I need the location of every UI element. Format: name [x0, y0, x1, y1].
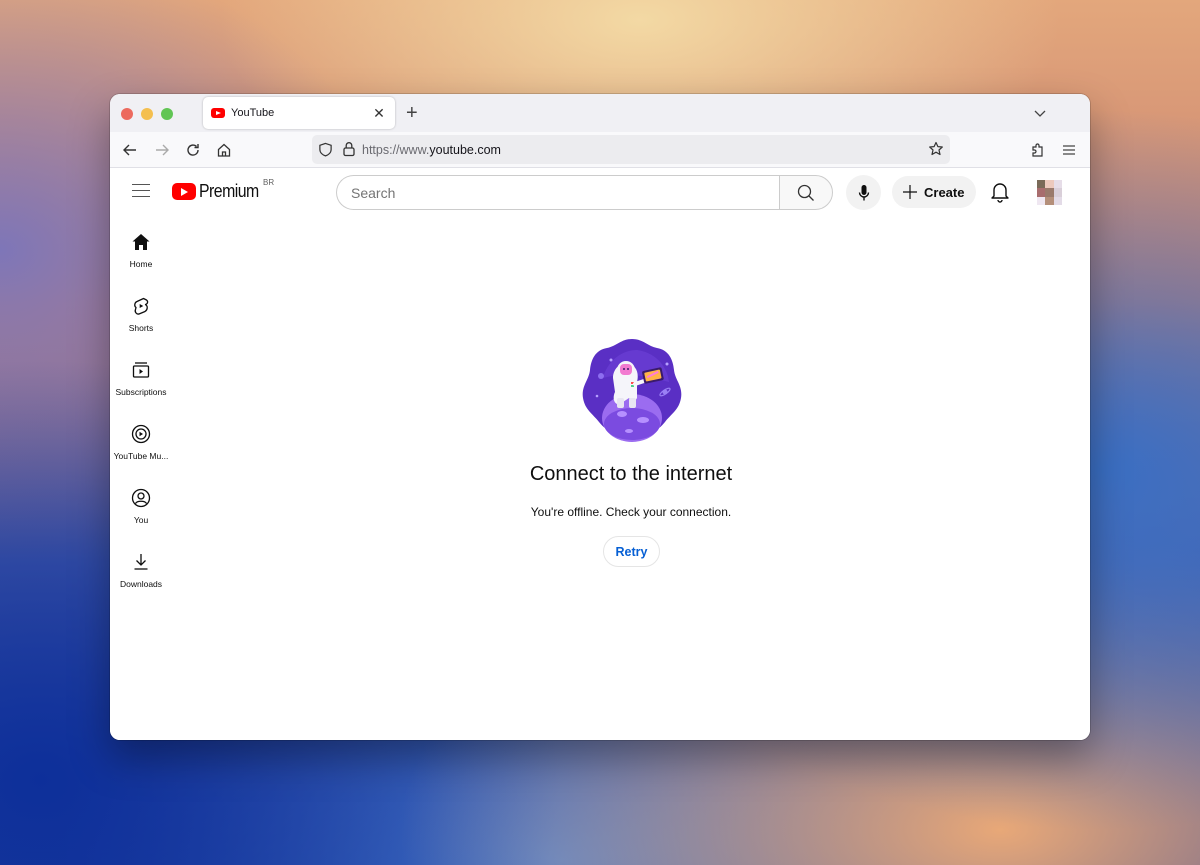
region-badge: BR [263, 178, 275, 187]
window-controls [121, 108, 173, 120]
offline-message-area: Connect to the internet You're offline. … [172, 216, 1090, 740]
youtube-logo-icon [172, 183, 196, 200]
sidebar-item-downloads[interactable]: Downloads [110, 536, 172, 600]
url-bar[interactable]: https://www.youtube.com [312, 135, 950, 164]
sidebar-item-subscriptions[interactable]: Subscriptions [110, 344, 172, 408]
navigation-toolbar: https://www.youtube.com [110, 132, 1090, 168]
sidebar-item-youtube-music[interactable]: YouTube Mu... [110, 408, 172, 472]
puzzle-icon [1032, 143, 1043, 157]
search-button[interactable] [779, 175, 833, 210]
sidebar-item-label: Downloads [119, 579, 163, 589]
home-button[interactable] [214, 140, 234, 160]
reload-icon [187, 144, 199, 156]
new-tab-button[interactable]: + [406, 103, 418, 123]
retry-button[interactable]: Retry [603, 536, 660, 567]
forward-button[interactable] [152, 140, 172, 160]
tab-list-chevron-icon[interactable] [1034, 106, 1046, 118]
error-message: You're offline. Check your connection. [530, 505, 732, 519]
shorts-icon [134, 297, 149, 315]
home-icon [217, 143, 231, 157]
maximize-window-button[interactable] [161, 108, 173, 120]
create-label: Create [924, 184, 965, 200]
app-menu-button[interactable] [1059, 140, 1079, 160]
sidebar-item-label: Subscriptions [115, 387, 167, 397]
browser-window: YouTube ✕ + https://www.youtube.com Prem… [110, 94, 1090, 740]
tab-strip: YouTube ✕ + [110, 94, 1090, 132]
logo-text: Premium [199, 181, 259, 201]
tab-youtube[interactable]: YouTube ✕ [203, 97, 395, 129]
page-content: Premium BR Create [110, 168, 1090, 740]
downloads-icon [134, 554, 148, 570]
mini-guide-sidebar: Home Shorts Subscriptions YouTube Mu... … [110, 216, 172, 600]
url-text[interactable]: https://www.youtube.com [362, 143, 501, 157]
reload-button[interactable] [183, 140, 203, 160]
avatar[interactable] [1037, 180, 1062, 205]
arrow-right-icon [156, 144, 169, 156]
search-input[interactable] [336, 175, 779, 210]
tab-close-icon[interactable]: ✕ [371, 105, 387, 122]
sidebar-item-label: Shorts [128, 323, 154, 333]
create-button[interactable]: Create [892, 176, 976, 208]
guide-menu-button[interactable] [132, 184, 150, 198]
url-prefix: https://www. [362, 142, 430, 157]
plus-icon [903, 185, 917, 199]
bookmark-star-icon[interactable] [928, 141, 944, 157]
bell-icon [991, 183, 1009, 203]
astronaut-illustration [582, 339, 682, 442]
lock-icon[interactable] [342, 141, 356, 157]
minimize-window-button[interactable] [141, 108, 153, 120]
youtube-premium-logo[interactable]: Premium [172, 181, 267, 202]
search-icon [797, 184, 814, 201]
extensions-button[interactable] [1028, 140, 1048, 160]
arrow-left-icon [123, 144, 136, 156]
sidebar-item-you[interactable]: You [110, 472, 172, 536]
error-title: Connect to the internet [529, 463, 733, 485]
sidebar-item-shorts[interactable]: Shorts [110, 280, 172, 344]
back-button[interactable] [120, 140, 140, 160]
sidebar-item-label: YouTube Mu... [113, 451, 169, 461]
menu-icon [1063, 145, 1075, 155]
close-window-button[interactable] [121, 108, 133, 120]
voice-search-button[interactable] [846, 175, 881, 210]
search-box [336, 175, 833, 210]
subscriptions-icon [132, 362, 150, 378]
masthead: Premium BR Create [110, 168, 1090, 216]
you-icon [131, 488, 151, 508]
sidebar-item-label: You [133, 515, 149, 525]
notifications-button[interactable] [990, 181, 1010, 208]
shield-icon[interactable] [318, 142, 333, 157]
tab-title: YouTube [231, 107, 275, 119]
youtube-music-icon [131, 424, 151, 444]
sidebar-item-home[interactable]: Home [110, 216, 172, 280]
youtube-favicon-icon [211, 108, 225, 118]
microphone-icon [858, 184, 869, 200]
home-icon [132, 234, 150, 250]
url-domain: youtube.com [429, 142, 501, 157]
sidebar-item-label: Home [129, 259, 153, 269]
